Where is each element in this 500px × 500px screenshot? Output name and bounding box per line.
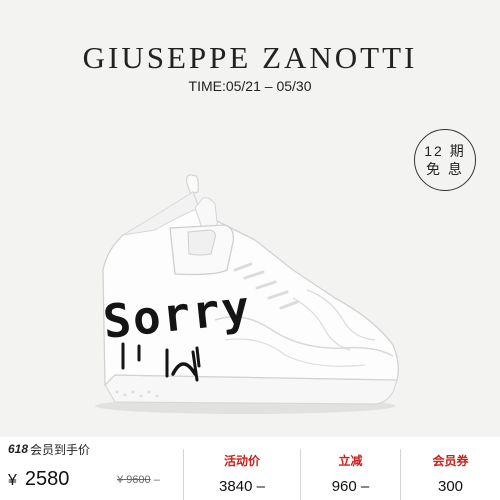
promo-label: 会员到手价 — [30, 442, 91, 457]
member-price-tag: 618 会员到手价 — [0, 437, 100, 461]
final-price: ¥2580 — [8, 468, 69, 491]
original-price: ¥ 9600 – — [117, 474, 160, 486]
price-value: 2580 — [24, 468, 70, 490]
promo-time: TIME:05/21 – 05/30 — [188, 78, 312, 94]
currency-symbol: ¥ — [8, 472, 17, 489]
orig-currency: ¥ — [117, 474, 124, 486]
coupon-label: 会员券 — [432, 454, 469, 468]
activity-price-label: 活动价 — [223, 454, 260, 468]
activity-price-column: 活动价 3840 – — [183, 449, 300, 500]
discount-column: 立减 960 – — [300, 449, 400, 500]
coupon-column: 会员券 300 — [400, 449, 500, 500]
orig-price-value: 9600 — [126, 474, 151, 486]
sneaker-image: Sorry — [95, 174, 399, 414]
discount-value: 960 – — [331, 478, 370, 495]
badge-line-1: 12 期 — [424, 143, 466, 159]
discount-label: 立减 — [338, 454, 363, 468]
promo-number: 618 — [8, 442, 29, 456]
badge-line-2: 免 息 — [426, 161, 464, 177]
coupon-value: 300 — [437, 478, 464, 495]
orig-suffix: – — [153, 474, 160, 486]
activity-price-value: 3840 – — [219, 478, 265, 495]
brand-logo: GIUSEPPE ZANOTTI — [82, 40, 418, 75]
